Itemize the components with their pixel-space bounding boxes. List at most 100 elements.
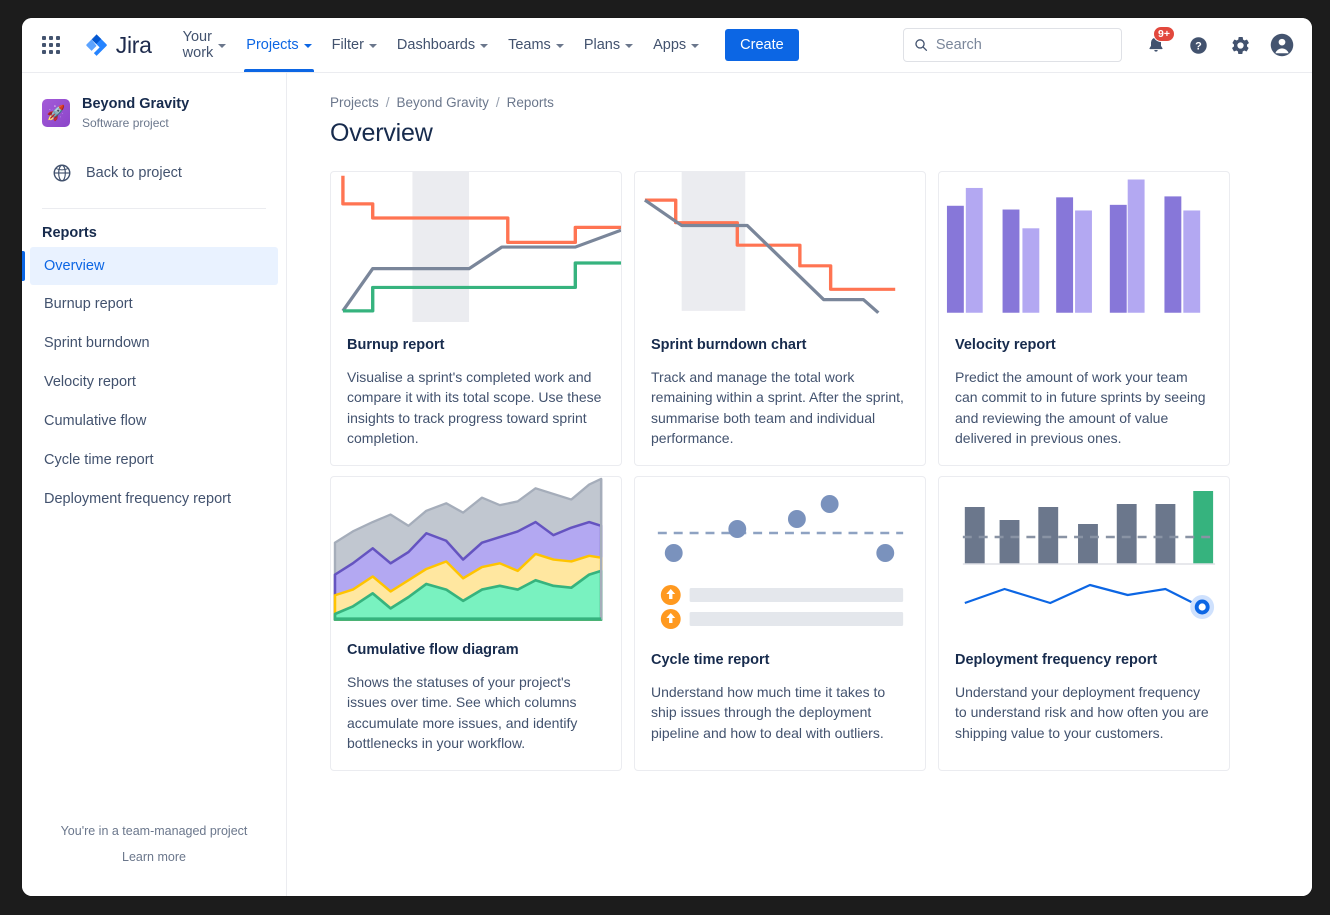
report-card-cumulative-flow-diagram[interactable]: Cumulative flow diagram Shows the status…: [330, 476, 622, 771]
card-title: Cumulative flow diagram: [347, 641, 605, 661]
report-card-sprint-burndown-chart[interactable]: Sprint burndown chart Track and manage t…: [634, 171, 926, 466]
notification-badge: 9+: [1153, 26, 1175, 42]
card-text-block: Deployment frequency report Understand y…: [939, 637, 1229, 759]
sidebar-nav-list: Overview Burnup report Sprint burndown V…: [22, 247, 286, 519]
breadcrumb-item-beyond-gravity[interactable]: Beyond Gravity: [397, 95, 489, 110]
card-title: Burnup report: [347, 336, 605, 356]
jira-logo[interactable]: Jira: [84, 32, 152, 59]
card-description: Understand your deployment frequency to …: [955, 682, 1213, 744]
top-right-icons: 9+ ?: [1140, 29, 1298, 61]
deployment-frequency-chart: [939, 477, 1229, 637]
report-cards-grid: Burnup report Visualise a sprint's compl…: [330, 171, 1280, 771]
learn-more-link[interactable]: Learn more: [22, 844, 286, 870]
cycle-time-thumbnail: [635, 477, 925, 637]
project-type: Software project: [82, 115, 189, 132]
jira-logo-text: Jira: [116, 32, 152, 59]
chevron-down-icon: [369, 44, 377, 48]
nav-item-projects[interactable]: Projects: [236, 18, 321, 72]
app-body: 🚀 Beyond Gravity Software project Back t…: [22, 73, 1312, 896]
scatter-point: [728, 520, 746, 538]
project-header[interactable]: 🚀 Beyond Gravity Software project: [22, 87, 286, 136]
chevron-down-icon: [625, 44, 633, 48]
card-title: Sprint burndown chart: [651, 336, 909, 356]
nav-item-label: Apps: [653, 37, 686, 53]
velocity-chart: [939, 172, 1229, 322]
nav-item-apps[interactable]: Apps: [643, 18, 709, 72]
help-button[interactable]: ?: [1182, 29, 1214, 61]
scatter-point: [665, 544, 683, 562]
nav-item-label: Projects: [246, 37, 298, 53]
breadcrumb: Projects / Beyond Gravity / Reports: [330, 95, 1280, 110]
nav-item-label: Plans: [584, 37, 620, 53]
sidebar-item-velocity-report[interactable]: Velocity report: [30, 363, 278, 402]
chevron-down-icon: [556, 44, 564, 48]
create-button[interactable]: Create: [725, 29, 799, 61]
card-title: Velocity report: [955, 336, 1213, 356]
chevron-down-icon: [218, 44, 226, 48]
card-title: Cycle time report: [651, 651, 909, 671]
app-switcher-button[interactable]: [36, 28, 67, 62]
chevron-down-icon: [480, 44, 488, 48]
notifications-button[interactable]: 9+: [1140, 29, 1172, 61]
cumulative-flow-thumbnail: [331, 477, 621, 627]
sidebar-section-title: Reports: [22, 209, 286, 247]
back-to-project-link[interactable]: Back to project: [30, 154, 278, 192]
app-window: Jira Your work Projects Filter Dashboard…: [22, 18, 1312, 896]
settings-button[interactable]: [1224, 29, 1256, 61]
card-description: Track and manage the total work remainin…: [651, 367, 909, 449]
nav-item-label: Teams: [508, 37, 551, 53]
sidebar-item-overview[interactable]: Overview: [30, 247, 278, 286]
breadcrumb-separator: /: [386, 95, 390, 110]
sidebar-item-label: Burnup report: [44, 296, 133, 312]
sidebar-item-deployment-frequency-report[interactable]: Deployment frequency report: [30, 480, 278, 519]
cycle-time-chart: [635, 477, 925, 637]
card-text-block: Cycle time report Understand how much ti…: [635, 637, 925, 759]
scatter-point: [821, 495, 839, 513]
sidebar-item-burnup-report[interactable]: Burnup report: [30, 285, 278, 324]
nav-item-your-work[interactable]: Your work: [173, 18, 237, 72]
gear-icon: [1230, 35, 1251, 56]
nav-item-label: Your work: [183, 29, 214, 61]
project-sidebar: 🚀 Beyond Gravity Software project Back t…: [22, 73, 287, 896]
sidebar-item-cycle-time-report[interactable]: Cycle time report: [30, 441, 278, 480]
sidebar-footer: You're in a team-managed project Learn m…: [22, 818, 286, 897]
nav-item-teams[interactable]: Teams: [498, 18, 574, 72]
deployment-frequency-thumbnail: [939, 477, 1229, 637]
breadcrumb-separator: /: [496, 95, 500, 110]
project-name: Beyond Gravity: [82, 95, 189, 114]
breadcrumb-item-projects[interactable]: Projects: [330, 95, 379, 110]
sidebar-item-label: Cumulative flow: [44, 413, 146, 429]
burnup-chart-thumbnail: [331, 172, 621, 322]
back-to-project-label: Back to project: [86, 165, 182, 181]
sidebar-item-label: Overview: [44, 258, 104, 274]
card-description: Shows the statuses of your project's iss…: [347, 672, 605, 754]
breadcrumb-item-reports[interactable]: Reports: [507, 95, 554, 110]
globe-icon: [52, 163, 72, 183]
search-input[interactable]: [936, 37, 1111, 53]
sidebar-item-cumulative-flow[interactable]: Cumulative flow: [30, 402, 278, 441]
report-card-burnup-report[interactable]: Burnup report Visualise a sprint's compl…: [330, 171, 622, 466]
svg-text:?: ?: [1195, 40, 1202, 52]
apps-grid-icon: [42, 36, 60, 54]
report-card-velocity-report[interactable]: Velocity report Predict the amount of wo…: [938, 171, 1230, 466]
card-description: Visualise a sprint's completed work and …: [347, 367, 605, 449]
profile-button[interactable]: [1266, 29, 1298, 61]
sidebar-item-label: Velocity report: [44, 374, 136, 390]
card-title: Deployment frequency report: [955, 651, 1213, 671]
nav-item-label: Filter: [332, 37, 364, 53]
report-card-deployment-frequency-report[interactable]: Deployment frequency report Understand y…: [938, 476, 1230, 771]
sidebar-item-sprint-burndown[interactable]: Sprint burndown: [30, 324, 278, 363]
report-card-cycle-time-report[interactable]: Cycle time report Understand how much ti…: [634, 476, 926, 771]
nav-item-dashboards[interactable]: Dashboards: [387, 18, 498, 72]
card-text-block: Velocity report Predict the amount of wo…: [939, 322, 1229, 465]
card-text-block: Burnup report Visualise a sprint's compl…: [331, 322, 621, 465]
top-navigation-bar: Jira Your work Projects Filter Dashboard…: [22, 18, 1312, 73]
search-box[interactable]: [903, 28, 1122, 62]
nav-item-plans[interactable]: Plans: [574, 18, 643, 72]
team-managed-note: You're in a team-managed project: [22, 818, 286, 844]
sidebar-item-label: Deployment frequency report: [44, 491, 231, 507]
rocket-icon: 🚀: [42, 99, 70, 127]
nav-item-label: Dashboards: [397, 37, 475, 53]
nav-item-filter[interactable]: Filter: [322, 18, 387, 72]
velocity-chart-thumbnail: [939, 172, 1229, 322]
